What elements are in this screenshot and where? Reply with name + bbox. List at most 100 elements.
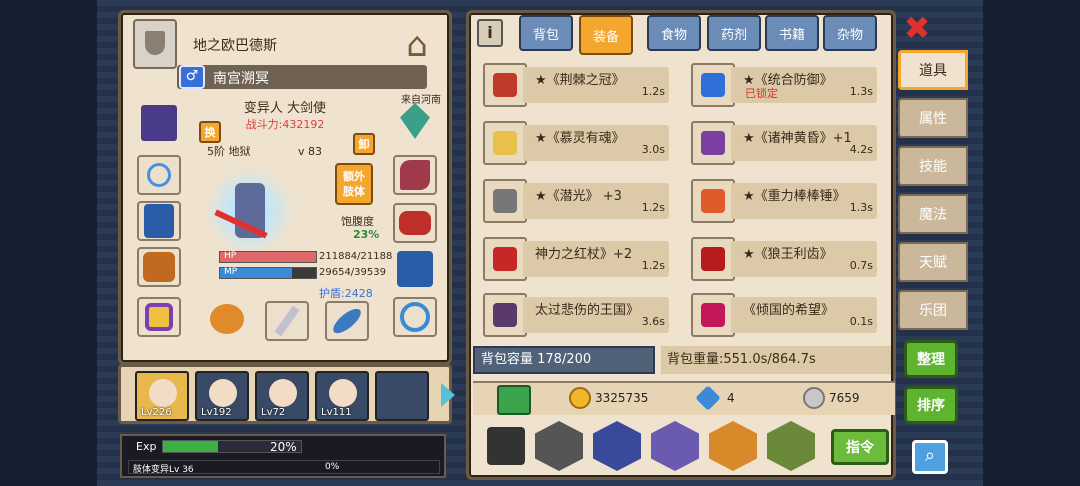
- bracer-icon: [399, 211, 431, 235]
- equip-slot-ring2[interactable]: [393, 297, 437, 337]
- tab-books[interactable]: 书籍: [765, 15, 819, 51]
- equip-slot-belt[interactable]: [137, 247, 181, 287]
- inventory-item[interactable]: ★《潜光》 +3 1.2s: [473, 177, 671, 225]
- inventory-item[interactable]: ★《慕灵有魂》 3.0s: [473, 119, 671, 167]
- castle-icon: [141, 105, 177, 141]
- party-member-3[interactable]: Lv72: [255, 371, 309, 421]
- swap-button[interactable]: 换: [199, 121, 221, 143]
- tab-misc[interactable]: 杂物: [823, 15, 877, 51]
- party-next-arrow-icon[interactable]: [441, 383, 455, 407]
- equip-slot-weapon[interactable]: [265, 301, 309, 341]
- level-label: v 83: [298, 145, 323, 158]
- equip-slot-helmet[interactable]: [137, 103, 181, 143]
- skill-slot-3[interactable]: [593, 421, 641, 471]
- side-tab-magic[interactable]: 魔法: [898, 194, 968, 234]
- close-icon[interactable]: ✖: [902, 12, 932, 44]
- hanger-icon[interactable]: ⌂: [387, 23, 447, 67]
- item-time: 3.0s: [641, 143, 665, 156]
- item-icon: [483, 293, 527, 337]
- party-member-empty[interactable]: [375, 371, 429, 421]
- side-tab-skills[interactable]: 技能: [898, 146, 968, 186]
- boots-icon: [397, 251, 433, 287]
- equip-slot-armor[interactable]: [137, 201, 181, 241]
- party-member-2[interactable]: Lv192: [195, 371, 249, 421]
- item-icon: [483, 121, 527, 165]
- item-icon: [691, 237, 735, 281]
- item-time: 1.3s: [849, 201, 873, 214]
- skill-slot-1[interactable]: [481, 421, 529, 471]
- totem-skill-icon: [767, 421, 815, 471]
- info-button[interactable]: i: [477, 19, 503, 47]
- avatar: [329, 379, 357, 407]
- item-name: 神力之红杖》+2: [535, 247, 633, 262]
- item-icon: [483, 63, 527, 107]
- equip-slot-necklace[interactable]: [137, 155, 181, 195]
- item-lock-status: 已锁定: [745, 87, 778, 100]
- item-name: 太过悲伤的王国》: [535, 303, 640, 318]
- equip-slot-ring[interactable]: [137, 297, 181, 337]
- item-icon: [691, 179, 735, 223]
- item-time: 1.2s: [641, 201, 665, 214]
- side-tab-band[interactable]: 乐团: [898, 290, 968, 330]
- command-button[interactable]: 指令: [831, 429, 889, 465]
- extra-limb-button[interactable]: 额外 肢体: [335, 163, 373, 205]
- shield-skill-icon: [709, 421, 757, 471]
- claw-icon: [400, 160, 430, 190]
- inventory-item[interactable]: ★《诸神黄昏》+1 4.2s: [681, 119, 879, 167]
- gender-male-icon: ♂: [179, 65, 205, 89]
- equip-slot-bracer[interactable]: [393, 203, 437, 243]
- character-sprite: [195, 163, 305, 258]
- empty-hex-icon: [535, 421, 583, 471]
- inventory-item[interactable]: ★《荆棘之冠》 1.2s: [473, 61, 671, 109]
- skill-slot-5[interactable]: [709, 421, 757, 471]
- party-member-1[interactable]: Lv226: [135, 371, 189, 421]
- skill-slot-2[interactable]: [535, 421, 583, 471]
- inventory-item[interactable]: ★《统合防御》 已锁定 1.3s: [681, 61, 879, 109]
- item-time: 1.2s: [641, 85, 665, 98]
- search-icon[interactable]: ⌕: [912, 440, 948, 474]
- inventory-item[interactable]: 神力之红杖》+2 1.2s: [473, 235, 671, 283]
- gold-coin-icon: [569, 387, 591, 409]
- item-time: 0.1s: [849, 315, 873, 328]
- equip-slot-offhand[interactable]: [325, 301, 369, 341]
- inventory-item[interactable]: ★《狼王利齿》 0.7s: [681, 235, 879, 283]
- side-tab-talent[interactable]: 天赋: [898, 242, 968, 282]
- mp-label: MP: [224, 267, 238, 277]
- shield-value: 护盾:2428: [319, 287, 373, 300]
- tab-equipment[interactable]: 装备: [579, 15, 633, 55]
- exp-percent: 20%: [270, 440, 297, 454]
- download-icon[interactable]: [497, 385, 531, 415]
- side-tab-attributes[interactable]: 属性: [898, 98, 968, 138]
- hp-bar: HP: [219, 251, 317, 263]
- item-icon: [691, 293, 735, 337]
- bag-capacity: 背包容量 178/200: [473, 346, 655, 374]
- skill-slot-6[interactable]: [767, 421, 815, 471]
- party-member-4[interactable]: Lv111: [315, 371, 369, 421]
- belt-icon: [143, 252, 175, 282]
- gem-icon: [695, 385, 721, 411]
- equip-slot-pet[interactable]: [205, 299, 249, 339]
- skill-slot-4[interactable]: [651, 421, 699, 471]
- side-tab-items[interactable]: 道具: [898, 50, 968, 90]
- exp-panel: Exp 20% 肢体变异Lv 36 0%: [120, 434, 446, 478]
- sort-button[interactable]: 排序: [904, 386, 958, 424]
- organize-button[interactable]: 整理: [904, 340, 958, 378]
- tab-backpack[interactable]: 背包: [519, 15, 573, 51]
- item-icon: [483, 179, 527, 223]
- item-name: ★《慕灵有魂》: [535, 131, 625, 146]
- item-name: ★《荆棘之冠》: [535, 73, 625, 88]
- sword-icon: [274, 305, 300, 337]
- hp-value: 211884/21188: [319, 251, 393, 262]
- currency-row: 3325735 4 7659: [473, 381, 895, 415]
- tab-potion[interactable]: 药剂: [707, 15, 761, 51]
- inventory-item[interactable]: 太过悲伤的王国》 3.6s: [473, 291, 671, 339]
- unequip-button[interactable]: 卸: [353, 133, 375, 155]
- inventory-item[interactable]: 《倾国的希望》 0.1s: [681, 291, 879, 339]
- equip-slot-boots[interactable]: [393, 249, 437, 289]
- inventory-item[interactable]: ★《重力棒棒锤》 1.3s: [681, 177, 879, 225]
- necklace-icon: [147, 163, 171, 187]
- equip-slot-hand[interactable]: [393, 155, 437, 195]
- tab-food[interactable]: 食物: [647, 15, 701, 51]
- equip-slot-amulet[interactable]: [393, 101, 437, 141]
- limb-mutation-bar: 肢体变异Lv 36 0%: [128, 460, 440, 475]
